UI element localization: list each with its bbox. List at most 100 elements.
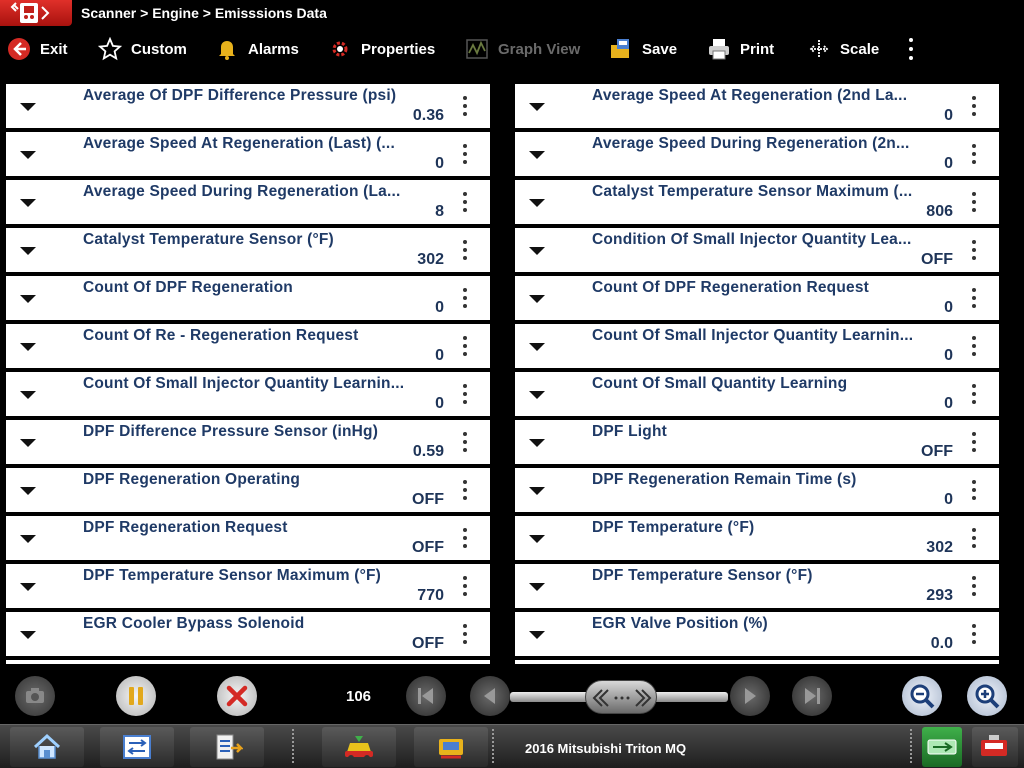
scanner-app-button[interactable] [414, 727, 488, 767]
expand-caret-icon[interactable] [20, 103, 36, 111]
more-menu-icon[interactable] [902, 36, 920, 62]
expand-caret-icon[interactable] [20, 295, 36, 303]
pid-row[interactable]: Average Speed During Regeneration (La...… [6, 180, 490, 224]
zoom-out-icon[interactable] [902, 676, 942, 716]
pid-row[interactable]: EGR Valve Position (%) 0.0 [515, 612, 999, 656]
save-button[interactable]: Save [608, 28, 677, 70]
expand-caret-icon[interactable] [20, 199, 36, 207]
step-back-icon[interactable] [470, 676, 510, 716]
frame-slider-thumb[interactable] [585, 680, 657, 714]
expand-caret-icon[interactable] [20, 343, 36, 351]
expand-caret-icon[interactable] [529, 103, 545, 111]
row-menu-icon[interactable] [462, 192, 468, 212]
row-menu-icon[interactable] [462, 528, 468, 548]
expand-caret-icon[interactable] [529, 487, 545, 495]
row-menu-icon[interactable] [971, 144, 977, 164]
checklist-button[interactable] [190, 727, 264, 767]
pid-row[interactable]: DPF Temperature Sensor (°F) 293 [515, 564, 999, 608]
expand-caret-icon[interactable] [529, 295, 545, 303]
expand-caret-icon[interactable] [529, 343, 545, 351]
expand-caret-icon[interactable] [20, 535, 36, 543]
pid-row[interactable]: Count Of Small Injector Quantity Learnin… [6, 372, 490, 416]
row-menu-icon[interactable] [971, 432, 977, 452]
expand-caret-icon[interactable] [529, 583, 545, 591]
row-menu-icon[interactable] [971, 576, 977, 596]
row-menu-icon[interactable] [462, 336, 468, 356]
pid-row[interactable]: Count Of Small Quantity Learning 0 [515, 372, 999, 416]
row-menu-icon[interactable] [462, 240, 468, 260]
home-button[interactable] [10, 727, 84, 767]
expand-caret-icon[interactable] [529, 247, 545, 255]
properties-button[interactable]: Properties [327, 28, 435, 70]
pid-row[interactable]: Catalyst Temperature Sensor (°F) 302 [6, 228, 490, 272]
row-menu-icon[interactable] [971, 480, 977, 500]
zoom-in-icon[interactable] [967, 676, 1007, 716]
pid-value: 770 [417, 587, 444, 604]
camera-icon[interactable] [15, 676, 55, 716]
custom-button[interactable]: Custom [97, 28, 187, 70]
pid-row[interactable]: Average Of DPF Difference Pressure (psi)… [6, 84, 490, 128]
row-menu-icon[interactable] [971, 192, 977, 212]
pid-row[interactable]: DPF Light OFF [515, 420, 999, 464]
row-menu-icon[interactable] [971, 336, 977, 356]
pid-row[interactable]: DPF Temperature (°F) 302 [515, 516, 999, 560]
row-menu-icon[interactable] [462, 144, 468, 164]
device-status-button[interactable] [972, 727, 1018, 767]
pid-row[interactable]: Condition Of Small Injector Quantity Lea… [515, 228, 999, 272]
exit-button[interactable]: Exit [6, 28, 68, 70]
pid-row[interactable]: Average Speed During Regeneration (2n...… [515, 132, 999, 176]
row-menu-icon[interactable] [971, 288, 977, 308]
expand-caret-icon[interactable] [20, 151, 36, 159]
pid-row[interactable]: DPF Regeneration Request OFF [6, 516, 490, 560]
expand-caret-icon[interactable] [20, 247, 36, 255]
row-menu-icon[interactable] [462, 384, 468, 404]
pid-row[interactable]: Count Of Re - Regeneration Request 0 [6, 324, 490, 368]
scale-button[interactable]: Scale [806, 28, 879, 70]
expand-caret-icon[interactable] [529, 151, 545, 159]
expand-caret-icon[interactable] [529, 439, 545, 447]
expand-caret-icon[interactable] [20, 583, 36, 591]
graph-view-button[interactable]: Graph View [464, 28, 580, 70]
pid-row[interactable]: DPF Regeneration Remain Time (s) 0 [515, 468, 999, 512]
pid-row[interactable]: Catalyst Temperature Sensor Maximum (...… [515, 180, 999, 224]
pid-row[interactable]: Average Speed At Regeneration (2nd La...… [515, 84, 999, 128]
row-menu-icon[interactable] [462, 96, 468, 116]
pid-row[interactable]: Count Of Small Injector Quantity Learnin… [515, 324, 999, 368]
expand-caret-icon[interactable] [529, 391, 545, 399]
vehicle-connect-button[interactable] [322, 727, 396, 767]
pid-row[interactable]: DPF Regeneration Operating OFF [6, 468, 490, 512]
expand-caret-icon[interactable] [20, 439, 36, 447]
row-menu-icon[interactable] [462, 480, 468, 500]
connection-status-button[interactable] [922, 727, 962, 767]
pid-row[interactable]: Count Of DPF Regeneration 0 [6, 276, 490, 320]
expand-caret-icon[interactable] [20, 631, 36, 639]
print-button[interactable]: Print [706, 28, 774, 70]
row-menu-icon[interactable] [971, 528, 977, 548]
expand-caret-icon[interactable] [529, 535, 545, 543]
step-forward-icon[interactable] [730, 676, 770, 716]
expand-caret-icon[interactable] [20, 391, 36, 399]
pid-row[interactable]: DPF Temperature Sensor Maximum (°F) 770 [6, 564, 490, 608]
expand-caret-icon[interactable] [529, 631, 545, 639]
row-menu-icon[interactable] [971, 240, 977, 260]
scanner-logo-icon[interactable] [0, 0, 72, 26]
alarms-button[interactable]: Alarms [214, 28, 299, 70]
pid-row[interactable]: Average Speed At Regeneration (Last) (..… [6, 132, 490, 176]
row-menu-icon[interactable] [462, 576, 468, 596]
pid-row[interactable]: Count Of DPF Regeneration Request 0 [515, 276, 999, 320]
skip-last-icon[interactable] [792, 676, 832, 716]
row-menu-icon[interactable] [971, 96, 977, 116]
expand-caret-icon[interactable] [529, 199, 545, 207]
row-menu-icon[interactable] [971, 624, 977, 644]
row-menu-icon[interactable] [462, 624, 468, 644]
pause-button[interactable] [116, 676, 156, 716]
skip-first-icon[interactable] [406, 676, 446, 716]
row-menu-icon[interactable] [462, 288, 468, 308]
pid-row[interactable]: DPF Difference Pressure Sensor (inHg) 0.5… [6, 420, 490, 464]
expand-caret-icon[interactable] [20, 487, 36, 495]
data-transfer-button[interactable] [100, 727, 174, 767]
stop-button[interactable] [217, 676, 257, 716]
row-menu-icon[interactable] [462, 432, 468, 452]
row-menu-icon[interactable] [971, 384, 977, 404]
pid-row[interactable]: EGR Cooler Bypass Solenoid OFF [6, 612, 490, 656]
